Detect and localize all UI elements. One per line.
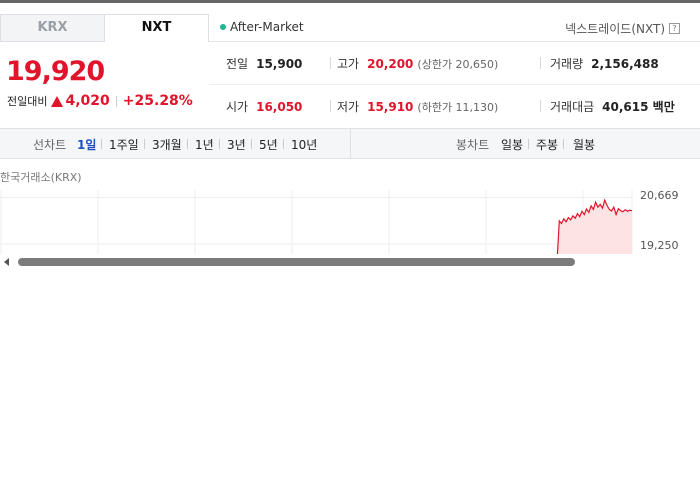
market-tabs: KRX NXT (0, 14, 209, 42)
divider (330, 57, 331, 69)
period-3y[interactable]: 3년 (227, 136, 246, 153)
change-percent: +25.28% (122, 93, 193, 109)
help-icon[interactable]: ? (669, 23, 680, 34)
upper-limit: (상한가 20,650) (417, 57, 499, 71)
volume-value: 2,156,488 (591, 56, 659, 71)
divider (187, 139, 188, 149)
low-value: 15,910 (367, 99, 414, 114)
divider (115, 95, 117, 107)
scroll-left-arrow-icon[interactable] (4, 258, 9, 266)
up-triangle-icon (51, 95, 64, 107)
divider (209, 41, 700, 42)
line-chart-label: 선차트 (33, 138, 67, 152)
candle-daily[interactable]: 일봉 (501, 136, 523, 153)
chart-period-bar: 선차트 1일 1주일 3개월 1년 3년 5년 10년 봉차트 일봉 주봉 월봉 (0, 128, 700, 159)
y-tick-label: 20,669 (640, 189, 679, 202)
prev-close: 전일 15,900 (226, 55, 302, 72)
divider (209, 84, 700, 85)
exchange-label: 넥스트레이드(NXT) (565, 22, 665, 36)
divider (350, 129, 351, 158)
prev-close-value: 15,900 (256, 56, 303, 71)
change-value: 4,020 (65, 93, 110, 109)
trade-value-amount: 40,615 백만 (602, 100, 675, 114)
high-value: 20,200 (367, 56, 414, 71)
candle-weekly[interactable]: 주봉 (536, 136, 558, 153)
divider (528, 139, 529, 149)
low-label: 저가 (337, 100, 360, 114)
period-1y[interactable]: 1년 (195, 136, 214, 153)
divider (540, 100, 541, 112)
divider (101, 139, 102, 149)
divider (563, 139, 564, 149)
tab-nxt[interactable]: NXT (104, 14, 209, 42)
period-1w[interactable]: 1주일 (109, 136, 139, 153)
status-dot-icon (220, 24, 226, 30)
candle-monthly[interactable]: 월봉 (573, 136, 595, 153)
price-area (557, 200, 632, 254)
low-price: 저가 15,910 (하한가 11,130) (337, 98, 498, 115)
high-price: 고가 20,200 (상한가 20,650) (337, 55, 498, 72)
change-label: 전일대비 (7, 95, 48, 108)
divider (144, 139, 145, 149)
divider (219, 139, 220, 149)
chart-source: 한국거래소(KRX) (0, 171, 82, 184)
top-border (0, 0, 700, 3)
high-label: 고가 (337, 57, 360, 71)
volume: 거래량 2,156,488 (550, 55, 659, 72)
open-price: 시가 16,050 (226, 98, 302, 115)
lower-limit: (하한가 11,130) (417, 100, 499, 114)
divider (330, 100, 331, 112)
prev-close-label: 전일 (226, 57, 249, 71)
price-chart (0, 190, 633, 254)
period-3m[interactable]: 3개월 (152, 136, 182, 153)
trade-value: 거래대금 40,615 백만 (550, 98, 675, 115)
open-label: 시가 (226, 100, 249, 114)
horizontal-scrollbar-thumb[interactable] (18, 258, 575, 266)
y-tick-label: 19,250 (640, 239, 679, 252)
chart-grid (0, 190, 633, 254)
open-value: 16,050 (256, 99, 303, 114)
period-5y[interactable]: 5년 (259, 136, 278, 153)
exchange-info: 넥스트레이드(NXT) ? (565, 20, 680, 37)
divider (540, 57, 541, 69)
session-label: After-Market (230, 20, 304, 34)
tab-krx[interactable]: KRX (0, 14, 105, 42)
period-10y[interactable]: 10년 (291, 136, 317, 153)
divider (251, 139, 252, 149)
candle-chart-label: 봉차트 (456, 138, 490, 152)
trade-value-label: 거래대금 (550, 100, 595, 114)
current-price: 19,920 (6, 56, 105, 87)
price-change: 전일대비 4,020 +25.28% (7, 93, 193, 109)
volume-label: 거래량 (550, 57, 584, 71)
session-status: After-Market (220, 20, 304, 34)
period-1d[interactable]: 1일 (77, 136, 96, 153)
divider (283, 139, 284, 149)
